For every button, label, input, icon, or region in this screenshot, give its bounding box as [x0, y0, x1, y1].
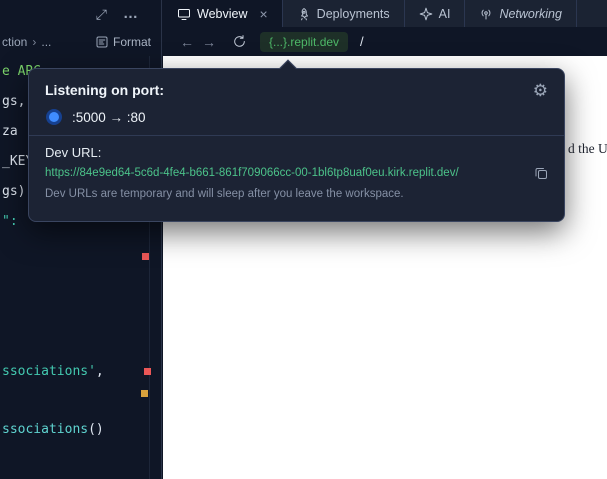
breadcrumb-collapsed[interactable]: ... — [41, 35, 51, 49]
popup-title: Listening on port: — [45, 82, 164, 98]
format-icon — [96, 36, 108, 48]
tab-deployments[interactable]: Deployments — [283, 0, 405, 27]
code-token: () — [88, 422, 104, 437]
popup-port-section: Listening on port: ⚙ :5000 → :80 — [29, 69, 564, 135]
error-marker — [144, 368, 151, 375]
error-marker — [142, 253, 149, 260]
webview-text-fragment: d the U — [568, 141, 607, 157]
gear-icon[interactable]: ⚙ — [533, 82, 548, 99]
sparkle-icon — [419, 7, 433, 21]
code-token: ssociations — [2, 422, 88, 437]
forward-icon[interactable]: → — [198, 34, 220, 50]
code-line: ": — [2, 214, 18, 230]
pane-menu-icon[interactable]: … — [123, 6, 139, 21]
back-icon[interactable]: ← — [176, 34, 198, 50]
refresh-icon[interactable] — [228, 34, 250, 49]
tabbar: Webview × Deployments AI — [163, 0, 607, 27]
code-token: ssociations' — [2, 364, 96, 379]
dev-url-label: Dev URL: — [45, 145, 548, 160]
antenna-icon — [479, 7, 493, 21]
tab-label: Deployments — [317, 7, 390, 21]
format-button[interactable]: Format — [96, 35, 151, 49]
breadcrumb: ction › ... Format — [0, 27, 161, 56]
format-button-label: Format — [113, 35, 151, 49]
code-line: gs, — [2, 94, 25, 110]
tab-label: Webview — [197, 7, 247, 21]
port-row: :5000 → :80 — [45, 109, 548, 125]
code-line: ssociations', — [2, 364, 104, 380]
dev-url-link[interactable]: https://84e9ed64-5c6d-4fe4-b661-861f7090… — [45, 167, 526, 179]
port-status-icon — [49, 112, 59, 122]
code-line: ssociations() — [2, 422, 104, 438]
expand-pane-icon[interactable]: ⤢ — [96, 7, 107, 21]
dev-url-note: Dev URLs are temporary and will sleep af… — [45, 187, 548, 202]
monitor-icon — [177, 7, 191, 21]
tab-label: Networking — [499, 7, 562, 21]
webview-navbar: ← → {...}.replit.dev / — [163, 27, 607, 56]
port-popup: Listening on port: ⚙ :5000 → :80 Dev URL… — [28, 68, 565, 222]
popup-devurl-section: Dev URL: https://84e9ed64-5c6d-4fe4-b661… — [29, 136, 564, 212]
tab-label: AI — [439, 7, 451, 21]
url-path: / — [360, 34, 364, 49]
tab-webview[interactable]: Webview × — [163, 0, 283, 27]
code-token: , — [96, 364, 104, 379]
tab-networking[interactable]: Networking — [465, 0, 577, 27]
editor-pane-header: ⤢ … — [0, 0, 161, 27]
code-line: gs) — [2, 184, 25, 200]
code-line: za — [2, 124, 18, 140]
close-tab-icon[interactable]: × — [259, 7, 267, 21]
rocket-icon — [297, 7, 311, 21]
chevron-right-icon: › — [32, 35, 36, 49]
port-mapping: :5000 → :80 — [72, 110, 146, 125]
url-pill[interactable]: {...}.replit.dev — [260, 32, 348, 52]
breadcrumb-item[interactable]: ction — [2, 35, 27, 49]
warning-marker — [141, 390, 148, 397]
copy-icon[interactable] — [534, 166, 548, 180]
tab-ai[interactable]: AI — [405, 0, 466, 27]
